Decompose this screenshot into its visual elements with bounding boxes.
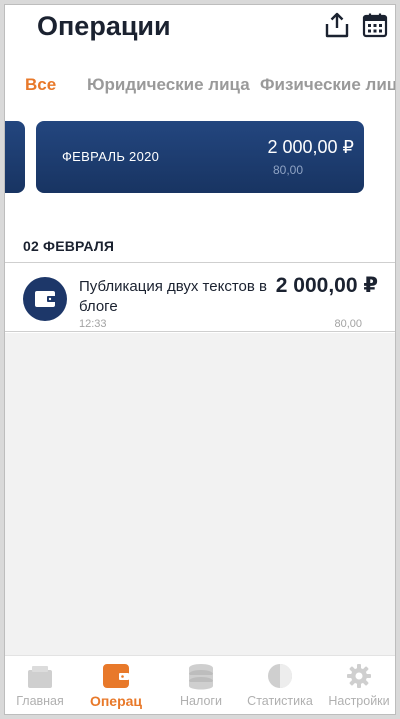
card-tax: 80,00	[272, 163, 303, 177]
filter-tabs: Все Юридические лица Физические лица	[5, 61, 395, 111]
summary-cards: ФЕВРАЛЬ 2020 2 000,00 ₽ 80,00	[5, 111, 395, 221]
share-icon[interactable]	[323, 11, 351, 39]
nav-settings[interactable]: Настройки	[320, 656, 395, 714]
calendar-icon[interactable]	[361, 11, 389, 39]
divider	[5, 331, 395, 332]
operation-tax: 80,00	[334, 318, 362, 330]
pie-chart-icon	[268, 664, 292, 688]
wallet-icon	[23, 277, 67, 321]
date-header: 02 ФЕВРАЛЯ	[23, 238, 115, 254]
nav-label-operations: Операц	[89, 693, 143, 709]
day-group: 02 ФЕВРАЛЯ Публикация двух текстов в бло…	[5, 221, 395, 333]
nav-label-home: Главная	[16, 694, 64, 708]
nav-home[interactable]: Главная	[5, 656, 79, 714]
card-month-label: ФЕВРАЛЬ 2020	[62, 149, 160, 164]
bottom-navigation: Главная Операц Налоги Статистика Настрой…	[5, 655, 395, 714]
home-icon	[28, 666, 52, 688]
app-screen: Операции Все Юридические лица Физические…	[4, 4, 396, 715]
nav-label-taxes: Налоги	[180, 694, 222, 708]
tab-all[interactable]: Все	[25, 75, 56, 95]
nav-taxes[interactable]: Налоги	[162, 656, 240, 714]
card-amount: 2 000,00 ₽	[267, 137, 354, 157]
nav-label-statistics: Статистика	[247, 694, 313, 708]
wallet-icon	[103, 664, 129, 688]
operation-amount: 2 000,00 ₽	[275, 274, 378, 297]
operation-title: Публикация двух текстов в блоге	[79, 278, 267, 315]
month-summary-card[interactable]: ФЕВРАЛЬ 2020 2 000,00 ₽ 80,00	[36, 121, 364, 193]
page-title: Операции	[37, 11, 171, 41]
previous-month-card[interactable]	[5, 121, 25, 193]
operation-time: 12:33	[79, 318, 107, 330]
nav-statistics[interactable]: Статистика	[241, 656, 319, 714]
nav-label-settings: Настройки	[328, 694, 390, 708]
top-bar: Операции	[5, 5, 395, 61]
tab-legal-entities[interactable]: Юридические лица	[87, 75, 250, 95]
gear-icon	[347, 664, 371, 688]
coins-icon	[189, 664, 213, 690]
nav-operations[interactable]: Операц	[77, 656, 155, 714]
tab-individuals[interactable]: Физические лица	[260, 75, 395, 95]
operation-row[interactable]: Публикация двух текстов в блоге 2 000,00…	[5, 263, 395, 331]
